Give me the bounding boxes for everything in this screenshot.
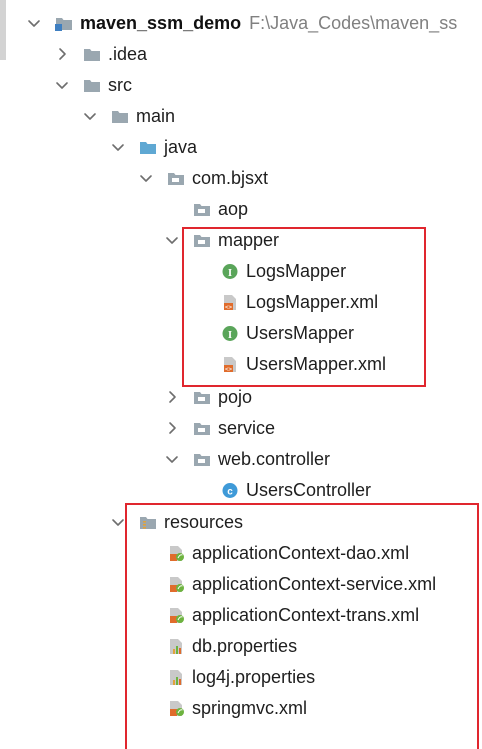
tree-node-app-ctx-dao[interactable]: applicationContext-dao.xml	[0, 538, 482, 569]
tree-node-mapper[interactable]: mapper	[0, 225, 482, 256]
tree-node-label: LogsMapper.xml	[246, 292, 379, 312]
chevron-down-icon[interactable]	[54, 77, 70, 93]
tree-node-label: com.bjsxt	[192, 168, 269, 188]
tree-node-label: resources	[164, 512, 244, 532]
chevron-down-icon[interactable]	[164, 232, 180, 248]
resources-root-folder-icon	[139, 514, 157, 531]
tree-node-label: UsersController	[246, 480, 372, 500]
package-icon	[167, 170, 185, 187]
tree-node-label: springmvc.xml	[192, 698, 308, 718]
tree-node-label: db.properties	[192, 636, 298, 656]
package-icon	[193, 451, 211, 468]
tree-node-logs-mapper[interactable]: LogsMapper	[0, 256, 482, 287]
tree-node-label: web.controller	[218, 449, 331, 469]
chevron-down-icon[interactable]	[26, 15, 42, 31]
chevron-down-icon[interactable]	[110, 139, 126, 155]
tree-node-service[interactable]: service	[0, 413, 482, 444]
mybatis-xml-icon	[221, 294, 239, 311]
tree-node-web-controller[interactable]: web.controller	[0, 444, 482, 475]
source-root-folder-icon	[139, 139, 157, 156]
tree-node-label: .idea	[108, 44, 148, 64]
tree-node-label: applicationContext-service.xml	[192, 574, 437, 594]
package-icon	[193, 389, 211, 406]
chevron-down-icon[interactable]	[110, 514, 126, 530]
chevron-down-icon[interactable]	[82, 108, 98, 124]
package-icon	[193, 420, 211, 437]
chevron-down-icon[interactable]	[138, 170, 154, 186]
java-class-icon	[221, 482, 239, 499]
chevron-right-icon[interactable]	[54, 46, 70, 62]
tree-node-root[interactable]: maven_ssm_demo F:\Java_Codes\maven_ss	[0, 8, 482, 39]
chevron-down-icon[interactable]	[164, 451, 180, 467]
package-icon	[193, 232, 211, 249]
tree-node-label: pojo	[218, 387, 253, 407]
tree-node-log4j-properties[interactable]: log4j.properties	[0, 662, 482, 693]
package-icon	[193, 201, 211, 218]
tree-node-label: aop	[218, 199, 249, 219]
folder-icon	[83, 46, 101, 63]
java-interface-icon	[221, 263, 239, 280]
tree-node-label: LogsMapper	[246, 261, 347, 281]
chevron-right-icon[interactable]	[164, 389, 180, 405]
spring-xml-icon	[167, 545, 185, 562]
tree-node-label: java	[164, 137, 198, 157]
tree-node-resources[interactable]: resources	[0, 507, 482, 538]
mybatis-xml-icon	[221, 356, 239, 373]
chevron-right-icon[interactable]	[164, 420, 180, 436]
tree-node-label: main	[136, 106, 176, 126]
properties-file-icon	[167, 638, 185, 655]
spring-xml-icon	[167, 607, 185, 624]
tree-node-db-properties[interactable]: db.properties	[0, 631, 482, 662]
tree-node-pojo[interactable]: pojo	[0, 382, 482, 413]
tree-node-label: UsersMapper	[246, 323, 355, 343]
spring-xml-icon	[167, 700, 185, 717]
tree-node-main[interactable]: main	[0, 101, 482, 132]
spring-xml-icon	[167, 576, 185, 593]
folder-icon	[83, 77, 101, 94]
tree-node-users-controller[interactable]: UsersController	[0, 475, 482, 506]
tree-node-java[interactable]: java	[0, 132, 482, 163]
root-module-name: maven_ssm_demo	[80, 13, 242, 33]
tree-node-app-ctx-service[interactable]: applicationContext-service.xml	[0, 569, 482, 600]
tree-node-app-ctx-trans[interactable]: applicationContext-trans.xml	[0, 600, 482, 631]
tree-node-users-mapper[interactable]: UsersMapper	[0, 318, 482, 349]
properties-file-icon	[167, 669, 185, 686]
tree-node-springmvc[interactable]: springmvc.xml	[0, 693, 482, 724]
tree-node-label: mapper	[218, 230, 280, 250]
tree-node-users-mapper-xml[interactable]: UsersMapper.xml	[0, 349, 482, 380]
tree-node-idea[interactable]: .idea	[0, 39, 482, 70]
java-interface-icon	[221, 325, 239, 342]
tree-node-label: applicationContext-trans.xml	[192, 605, 420, 625]
tree-node-label: service	[218, 418, 276, 438]
module-folder-icon	[55, 15, 73, 32]
tree-node-label: src	[108, 75, 132, 95]
tree-node-com-bjsxt[interactable]: com.bjsxt	[0, 163, 482, 194]
tree-node-label: applicationContext-dao.xml	[192, 543, 410, 563]
folder-icon	[111, 108, 129, 125]
tree-node-label: log4j.properties	[192, 667, 316, 687]
root-module-path: F:\Java_Codes\maven_ss	[249, 13, 458, 33]
project-tree: maven_ssm_demo F:\Java_Codes\maven_ss .id…	[0, 0, 482, 749]
tree-node-aop[interactable]: aop	[0, 194, 482, 225]
tree-node-src[interactable]: src	[0, 70, 482, 101]
tree-node-logs-mapper-xml[interactable]: LogsMapper.xml	[0, 287, 482, 318]
tree-node-label: UsersMapper.xml	[246, 354, 387, 374]
